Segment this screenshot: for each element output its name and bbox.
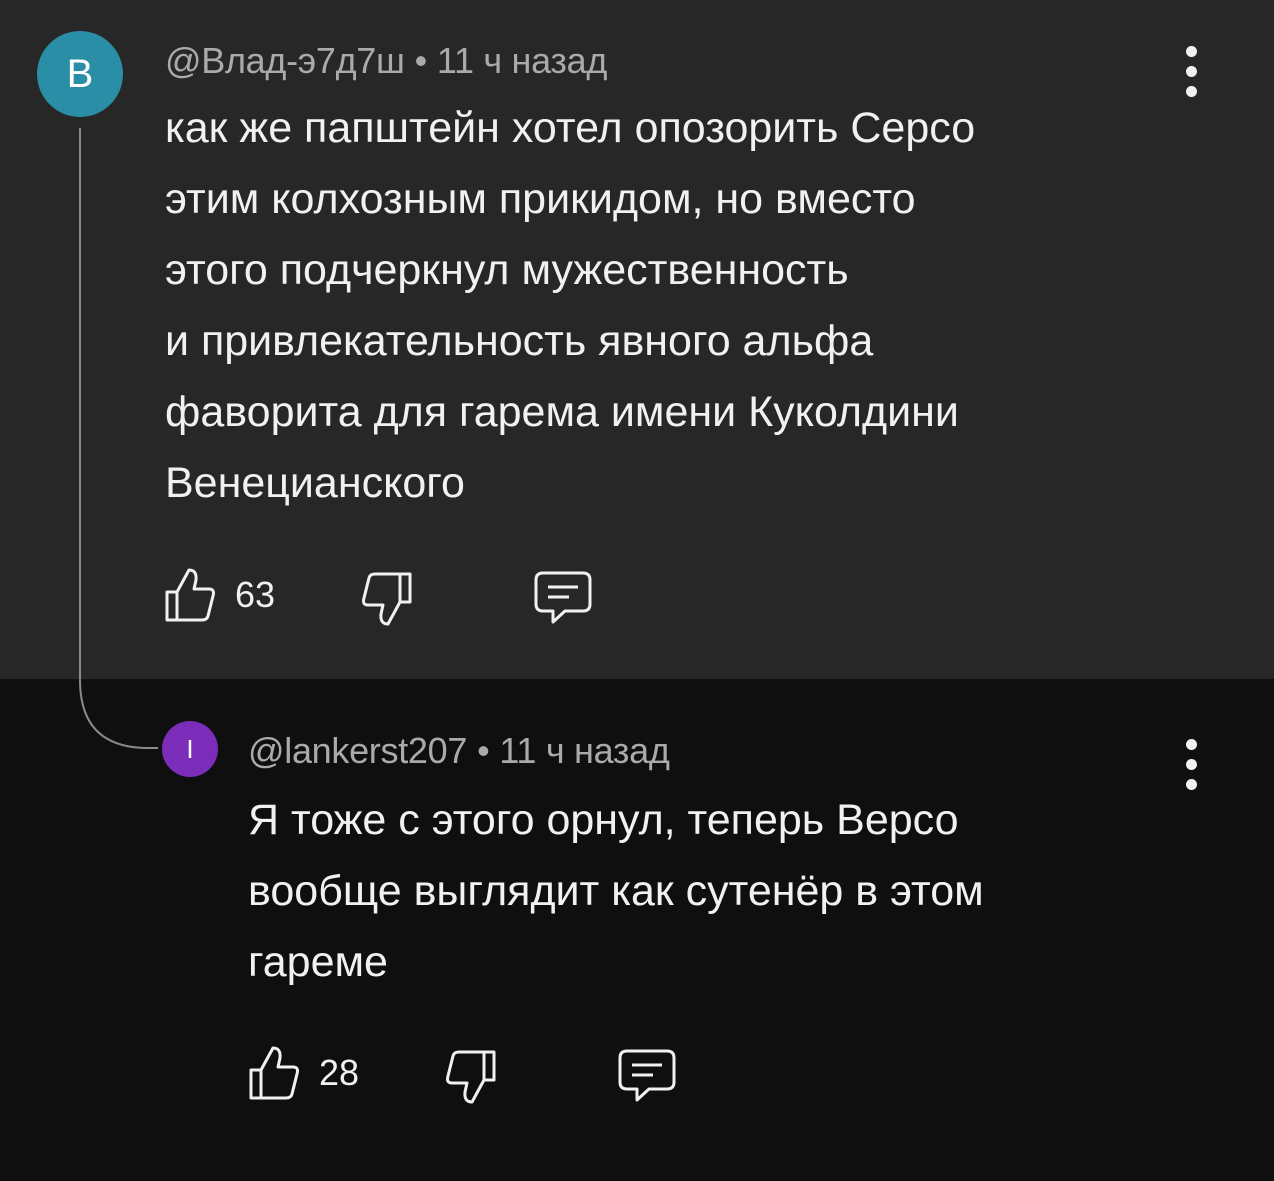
avatar-letter: В (66, 51, 94, 96)
more-options-button[interactable] (1171, 36, 1211, 106)
like-count: 28 (319, 1052, 360, 1093)
reply-button[interactable] (533, 570, 593, 626)
author-name[interactable]: @lankerst207 (248, 730, 467, 771)
more-vertical-icon (1185, 45, 1197, 57)
reply-text: Я тоже с этого орнул, теперь Версо вообщ… (248, 796, 984, 986)
dislike-button[interactable] (360, 570, 414, 628)
avatar[interactable]: В (37, 31, 123, 117)
thumb-down-icon (446, 1050, 496, 1104)
comment-icon (534, 571, 592, 624)
comment-text: как же папштейн хотел опозорить Серсо эт… (165, 104, 976, 507)
more-vertical-icon (1185, 738, 1197, 750)
meta-separator: • (477, 730, 490, 771)
meta-separator: • (414, 40, 428, 81)
thumb-down-icon (362, 572, 412, 626)
author-name[interactable]: @Влад-э7д7ш (165, 40, 405, 81)
like-count: 63 (235, 574, 276, 615)
thumb-up-icon (249, 1046, 299, 1100)
like-button[interactable]: 63 (163, 566, 275, 624)
timestamp[interactable]: 11 ч назад (499, 730, 669, 771)
reply-button[interactable] (617, 1048, 677, 1104)
reply-meta: @lankerst207 • 11 ч назад (248, 730, 670, 772)
like-button[interactable]: 28 (247, 1044, 359, 1102)
thumb-up-icon (165, 568, 215, 622)
comment-meta: @Влад-э7д7ш • 11 ч назад (165, 40, 607, 82)
dislike-button[interactable] (444, 1048, 498, 1106)
comment-icon (618, 1049, 676, 1102)
avatar[interactable]: I (162, 721, 218, 777)
avatar-letter: I (186, 733, 194, 764)
timestamp[interactable]: 11 ч назад (437, 40, 607, 81)
